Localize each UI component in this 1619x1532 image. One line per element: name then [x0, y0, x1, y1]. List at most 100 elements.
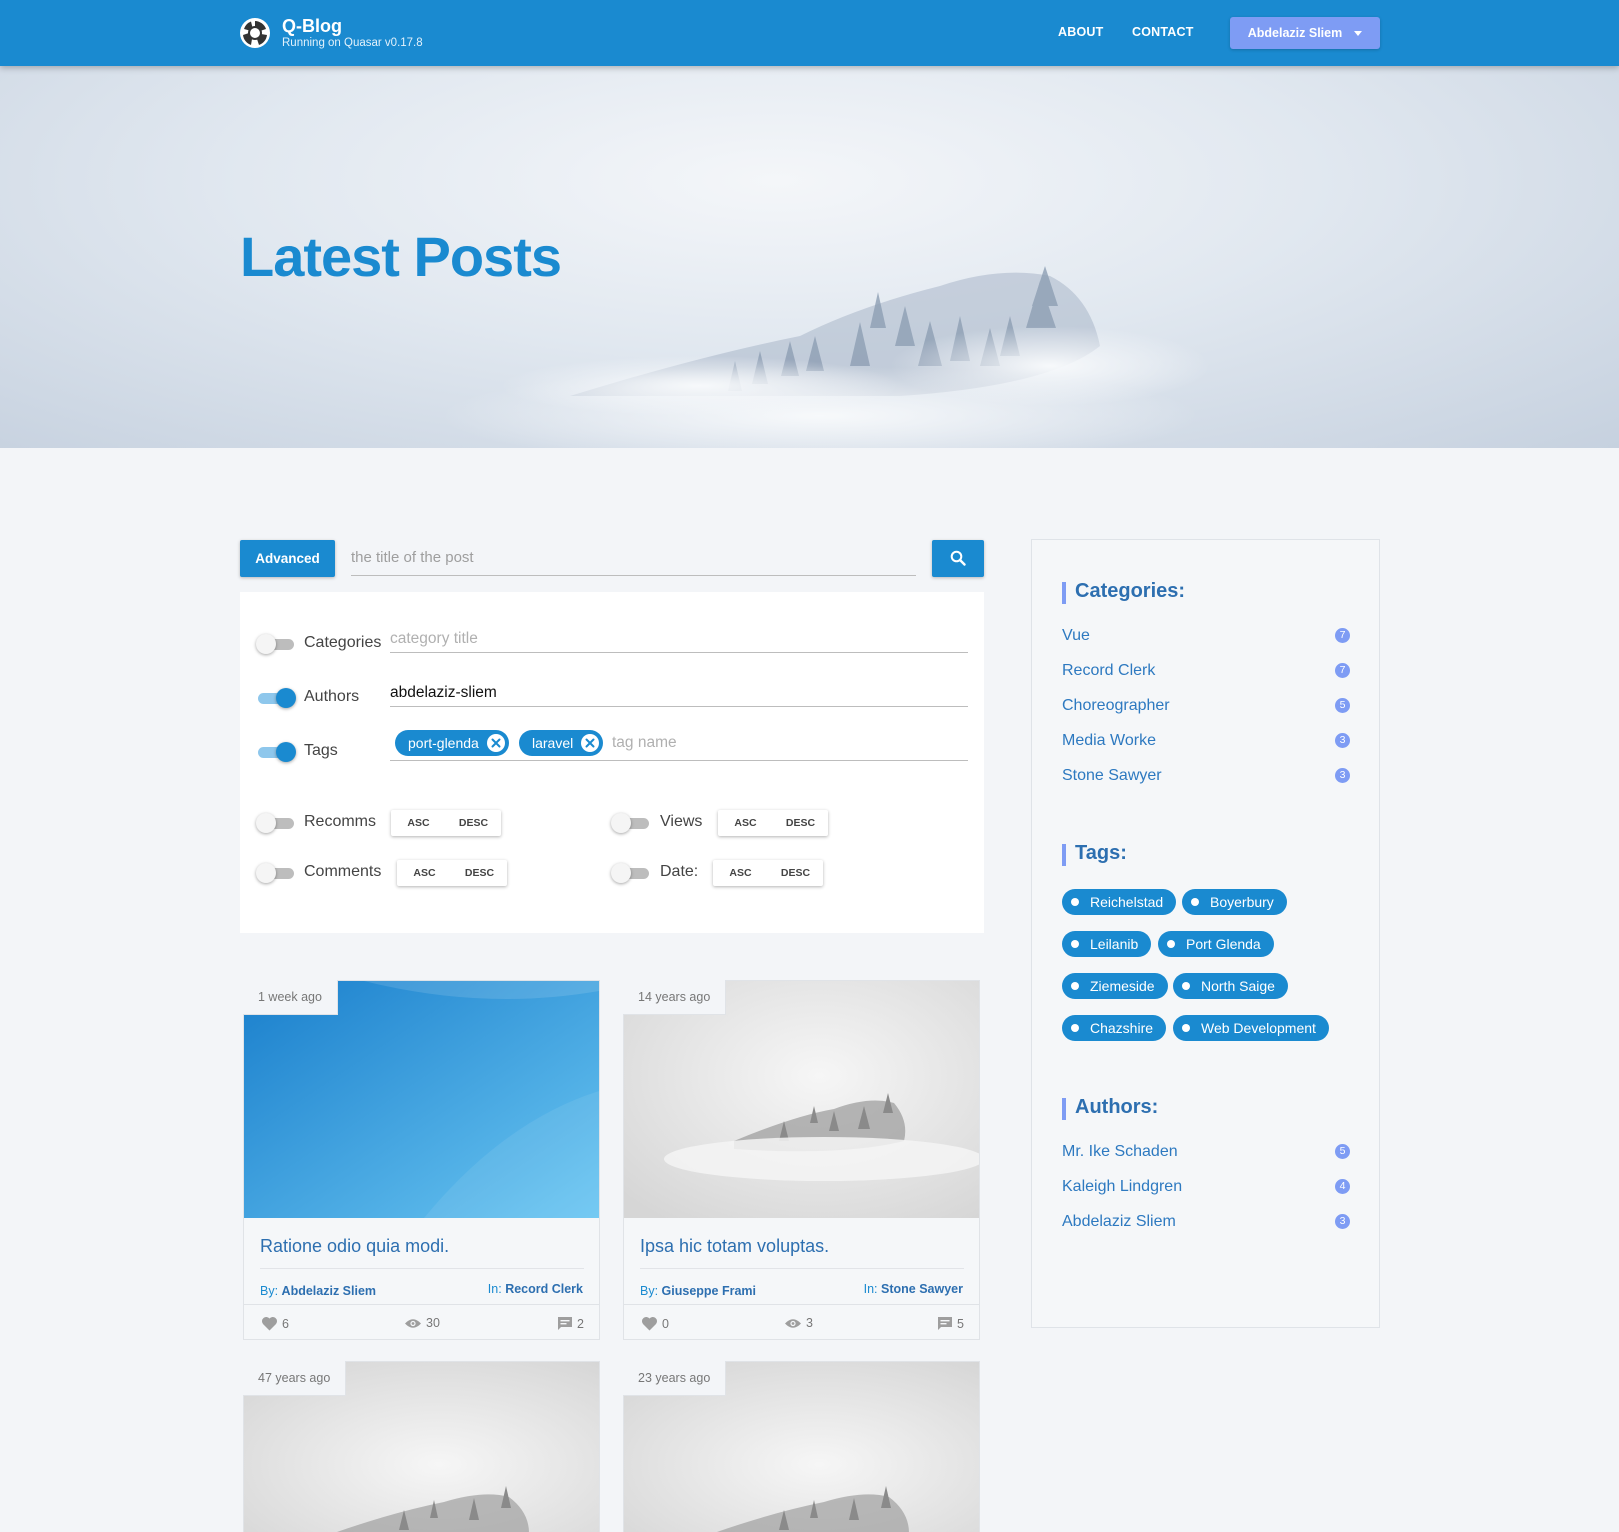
tag-chip-port-glenda: port-glenda — [395, 730, 509, 756]
top-navbar: Q-Blog Running on Quasar v0.17.8 ABOUT C… — [0, 0, 1619, 66]
category-count-badge: 7 — [1335, 663, 1350, 678]
search-button[interactable] — [932, 540, 984, 577]
post-cover-image[interactable] — [244, 981, 599, 1218]
comments-asc-button[interactable]: ASC — [397, 860, 452, 886]
post-card[interactable]: 47 years ago — [243, 1361, 600, 1532]
post-title[interactable]: Ratione odio quia modi. — [260, 1236, 449, 1257]
tags-toggle[interactable] — [256, 742, 296, 762]
post-card[interactable]: 23 years ago — [623, 1361, 980, 1532]
author-count-badge: 3 — [1335, 1214, 1350, 1229]
post-age: 47 years ago — [243, 1361, 347, 1396]
post-category: In: Stone Sawyer — [863, 1282, 963, 1296]
category-count-badge: 3 — [1335, 768, 1350, 783]
comment-icon — [938, 1317, 952, 1330]
post-cover-image[interactable] — [624, 981, 979, 1218]
tags-heading: Tags: — [1062, 842, 1127, 866]
post-age: 14 years ago — [623, 980, 727, 1015]
quasar-logo-icon — [240, 18, 270, 48]
post-card[interactable]: 14 years ago Ipsa hic totam voluptas. By… — [623, 980, 980, 1340]
tag-chip-label: laravel — [532, 735, 574, 751]
recomms-toggle[interactable] — [256, 813, 296, 833]
app-title: Q-Blog — [282, 16, 342, 36]
views-stat: 30 — [404, 1316, 440, 1330]
heart-icon — [641, 1316, 658, 1331]
post-age: 1 week ago — [243, 980, 338, 1015]
recomms-sort-label: Recomms — [304, 813, 377, 830]
eye-icon — [785, 1318, 801, 1328]
views-toggle[interactable] — [611, 813, 651, 833]
sidebar-category-link[interactable]: Stone Sawyer — [1062, 767, 1162, 785]
sidebar-author-link[interactable]: Abdelaziz Sliem — [1062, 1213, 1176, 1231]
sidebar-tag-chip[interactable]: Chazshire — [1062, 1015, 1167, 1041]
recomms-asc-button[interactable]: ASC — [391, 810, 446, 836]
post-author: By: Giuseppe Frami — [640, 1284, 757, 1298]
tags-filter-label: Tags — [304, 742, 338, 759]
caret-down-icon — [1354, 30, 1363, 36]
authors-heading: Authors: — [1062, 1096, 1158, 1120]
tag-name-input[interactable] — [612, 733, 912, 753]
sidebar-tag-chip[interactable]: Reichelstad — [1062, 889, 1177, 915]
date-sort-label: Date: — [660, 863, 699, 880]
sidebar-tag-chip[interactable]: Port Glenda — [1158, 931, 1274, 957]
categories-heading: Categories: — [1062, 580, 1185, 604]
likes-stat[interactable]: 0 — [641, 1316, 669, 1331]
tag-chip-laravel: laravel — [519, 730, 604, 756]
author-count-badge: 5 — [1335, 1144, 1350, 1159]
author-input[interactable] — [390, 675, 968, 707]
comments-stat[interactable]: 5 — [937, 1316, 964, 1331]
date-asc-button[interactable]: ASC — [713, 860, 768, 886]
sidebar-tag-chip[interactable]: Leilanib — [1062, 931, 1152, 957]
card-divider — [640, 1268, 964, 1269]
comment-icon — [558, 1317, 572, 1330]
user-menu-button[interactable]: Abdelaziz Sliem — [1230, 17, 1380, 49]
comments-stat[interactable]: 2 — [557, 1316, 584, 1331]
post-category-link[interactable]: Record Clerk — [505, 1282, 583, 1296]
category-title-input[interactable] — [390, 621, 968, 653]
views-stat: 3 — [784, 1316, 813, 1330]
sidebar-category-link[interactable]: Record Clerk — [1062, 662, 1155, 680]
sidebar-tag-chip[interactable]: Web Development — [1173, 1015, 1329, 1041]
views-asc-button[interactable]: ASC — [718, 810, 773, 836]
views-sort-group: ASC DESC — [718, 810, 828, 836]
sidebar-tag-chip[interactable]: Boyerbury — [1182, 889, 1287, 915]
date-desc-button[interactable]: DESC — [768, 860, 823, 886]
post-age: 23 years ago — [623, 1361, 727, 1396]
post-title[interactable]: Ipsa hic totam voluptas. — [640, 1236, 829, 1257]
authors-toggle[interactable] — [256, 688, 296, 708]
date-toggle[interactable] — [611, 863, 651, 883]
nav-contact-link[interactable]: CONTACT — [1132, 25, 1194, 39]
post-author-link[interactable]: Abdelaziz Sliem — [282, 1284, 376, 1298]
sidebar-author-link[interactable]: Mr. Ike Schaden — [1062, 1143, 1178, 1161]
tag-chip-label: port-glenda — [408, 735, 479, 751]
post-author: By: Abdelaziz Sliem — [260, 1284, 377, 1298]
post-category: In: Record Clerk — [487, 1282, 583, 1296]
categories-toggle[interactable] — [256, 634, 296, 654]
page-title: Latest Posts — [240, 225, 562, 288]
sidebar-category-link[interactable]: Media Worke — [1062, 732, 1156, 750]
categories-filter-label: Categories — [304, 634, 382, 651]
views-desc-button[interactable]: DESC — [773, 810, 828, 836]
comments-desc-button[interactable]: DESC — [452, 860, 507, 886]
remove-chip-icon[interactable] — [486, 734, 505, 752]
remove-chip-icon[interactable] — [581, 734, 600, 752]
post-title-search-input[interactable] — [351, 540, 916, 576]
heart-icon — [261, 1316, 278, 1331]
sidebar-tag-chip[interactable]: Ziemeside — [1062, 973, 1168, 999]
hero-banner: Latest Posts — [0, 66, 1619, 448]
sidebar-author-link[interactable]: Kaleigh Lindgren — [1062, 1178, 1182, 1196]
advanced-search-button[interactable]: Advanced — [240, 540, 335, 577]
likes-stat[interactable]: 6 — [261, 1316, 289, 1331]
recomms-desc-button[interactable]: DESC — [446, 810, 501, 836]
nav-about-link[interactable]: ABOUT — [1058, 25, 1103, 39]
comments-toggle[interactable] — [256, 863, 296, 883]
sidebar-category-link[interactable]: Choreographer — [1062, 697, 1170, 715]
post-category-link[interactable]: Stone Sawyer — [881, 1282, 963, 1296]
sidebar-tag-chip[interactable]: North Saige — [1173, 973, 1288, 999]
sidebar-category-link[interactable]: Vue — [1062, 627, 1090, 645]
post-author-link[interactable]: Giuseppe Frami — [662, 1284, 756, 1298]
date-sort-group: ASC DESC — [713, 860, 823, 886]
post-card[interactable]: 1 week ago Ratione odio quia modi. By: A… — [243, 980, 600, 1340]
eye-icon — [405, 1318, 421, 1328]
brand[interactable]: Q-Blog Running on Quasar v0.17.8 — [240, 16, 423, 50]
app-subtitle: Running on Quasar v0.17.8 — [282, 37, 423, 49]
